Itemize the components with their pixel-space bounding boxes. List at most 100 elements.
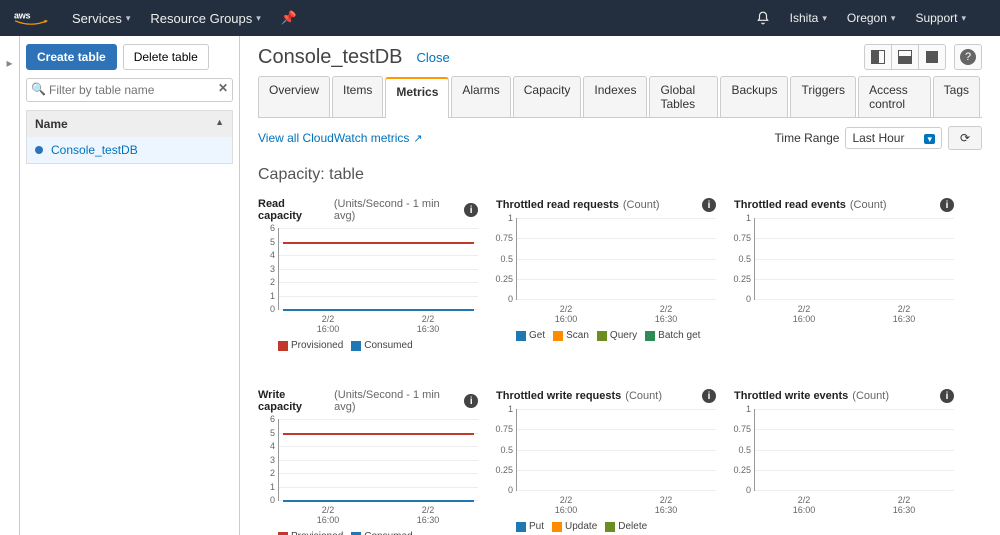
- layout-full-button[interactable]: [918, 44, 946, 70]
- tab-capacity[interactable]: Capacity: [513, 76, 582, 117]
- sidebar: Create table Delete table 🔍 ✕ Name ▲ Con…: [20, 36, 240, 535]
- chart-legend: GetScanQueryBatch get: [516, 330, 716, 341]
- legend-item: Consumed: [351, 340, 412, 351]
- chart-subtitle: (Units/Second - 1 min avg): [334, 198, 461, 222]
- tab-backups[interactable]: Backups: [720, 76, 788, 117]
- info-icon[interactable]: i: [940, 389, 954, 403]
- time-range-select[interactable]: Last Hour▾: [845, 127, 942, 149]
- legend-item: Consumed: [351, 531, 412, 535]
- y-tick: 0.75: [495, 233, 513, 243]
- x-axis: 2/216:002/216:30: [516, 495, 716, 515]
- chart-legend: Provisioned Consumed: [278, 340, 478, 351]
- table-link[interactable]: Console_testDB: [51, 143, 138, 157]
- filter-input[interactable]: [26, 78, 233, 102]
- x-axis: 2/216:002/216:30: [278, 314, 478, 334]
- legend-item: Provisioned: [278, 340, 343, 351]
- chart-subtitle: (Count): [625, 390, 662, 402]
- close-link[interactable]: Close: [417, 50, 450, 65]
- chart-throttled_write_requests: Throttled write requests (Count) i 00.250.…: [496, 389, 716, 535]
- fullscreen-icon: [926, 51, 938, 63]
- layout-split-bottom-button[interactable]: [891, 44, 919, 70]
- nav-region[interactable]: Oregon▾: [847, 11, 896, 25]
- chart-plot[interactable]: 0123456: [278, 228, 478, 310]
- chart-plot[interactable]: 0123456: [278, 419, 478, 501]
- pin-icon[interactable]: 📌: [281, 10, 297, 26]
- table-row[interactable]: Console_testDB: [26, 137, 233, 164]
- y-tick: 0.25: [495, 465, 513, 475]
- tab-items[interactable]: Items: [332, 76, 383, 117]
- legend-swatch: [645, 331, 655, 341]
- y-tick: 5: [257, 428, 275, 438]
- chart-title-text: Throttled write requests: [496, 390, 621, 402]
- tab-overview[interactable]: Overview: [258, 76, 330, 117]
- nav-resource-groups[interactable]: Resource Groups▾: [150, 11, 260, 26]
- chart-subtitle: (Count): [623, 199, 660, 211]
- info-icon[interactable]: i: [464, 394, 478, 408]
- dropdown-caret-icon: ▾: [924, 134, 935, 144]
- chart-plot[interactable]: 00.250.50.751: [754, 218, 954, 300]
- y-tick: 6: [257, 223, 275, 233]
- y-tick: 2: [257, 277, 275, 287]
- refresh-button[interactable]: ⟳: [948, 126, 982, 150]
- tab-tags[interactable]: Tags: [933, 76, 980, 117]
- help-button[interactable]: ?: [954, 44, 982, 70]
- chart-plot[interactable]: 00.250.50.751: [516, 218, 716, 300]
- table-header[interactable]: Name ▲: [26, 110, 233, 137]
- y-tick: 0.5: [733, 445, 751, 455]
- chart-plot[interactable]: 00.250.50.751: [516, 409, 716, 491]
- layout-split-left-button[interactable]: [864, 44, 892, 70]
- info-icon[interactable]: i: [702, 198, 716, 212]
- series-line-consumed: [283, 500, 474, 502]
- aws-logo[interactable]: aws: [14, 8, 48, 28]
- chart-write_capacity: Write capacity (Units/Second - 1 min avg…: [258, 389, 478, 535]
- x-axis: 2/216:002/216:30: [754, 495, 954, 515]
- chart-legend: PutUpdateDeleteBatch write: [516, 521, 716, 535]
- nav-user[interactable]: Ishita▾: [790, 11, 827, 25]
- clear-filter-icon[interactable]: ✕: [218, 81, 228, 95]
- y-tick: 0: [257, 495, 275, 505]
- svg-text:aws: aws: [14, 11, 31, 21]
- y-tick: 0: [257, 304, 275, 314]
- info-icon[interactable]: i: [464, 203, 478, 217]
- y-tick: 1: [733, 213, 751, 223]
- legend-swatch: [605, 522, 615, 532]
- tab-global-tables[interactable]: Global Tables: [649, 76, 718, 117]
- chart-title-text: Write capacity: [258, 389, 330, 413]
- tab-triggers[interactable]: Triggers: [790, 76, 856, 117]
- chart-subtitle: (Count): [850, 199, 887, 211]
- y-tick: 0.75: [495, 424, 513, 434]
- series-line-provisioned: [283, 242, 474, 244]
- view-cloudwatch-link[interactable]: View all CloudWatch metrics↗: [258, 131, 423, 145]
- delete-table-button[interactable]: Delete table: [123, 44, 209, 70]
- legend-swatch: [553, 331, 563, 341]
- split-bottom-icon: [898, 50, 912, 64]
- tab-indexes[interactable]: Indexes: [583, 76, 647, 117]
- chart-subtitle: (Count): [852, 390, 889, 402]
- info-icon[interactable]: i: [702, 389, 716, 403]
- legend-item: Delete: [605, 521, 647, 532]
- sidebar-collapse-handle[interactable]: ▸: [0, 36, 20, 535]
- y-tick: 0.25: [495, 274, 513, 284]
- main-content: Console_testDB Close ? OverviewItemsMetr…: [240, 36, 1000, 535]
- chevron-down-icon: ▾: [822, 13, 827, 24]
- legend-swatch: [351, 341, 361, 351]
- x-axis: 2/216:002/216:30: [278, 505, 478, 525]
- tab-alarms[interactable]: Alarms: [451, 76, 510, 117]
- y-tick: 4: [257, 250, 275, 260]
- chart-title-text: Throttled write events: [734, 390, 848, 402]
- tab-metrics[interactable]: Metrics: [385, 77, 449, 118]
- legend-item: Provisioned: [278, 531, 343, 535]
- legend-item: Get: [516, 330, 545, 341]
- series-line-consumed: [283, 309, 474, 311]
- nav-services[interactable]: Services▾: [72, 11, 130, 26]
- chart-plot[interactable]: 00.250.50.751: [754, 409, 954, 491]
- info-icon[interactable]: i: [940, 198, 954, 212]
- create-table-button[interactable]: Create table: [26, 44, 117, 70]
- y-tick: 3: [257, 264, 275, 274]
- legend-swatch: [597, 331, 607, 341]
- nav-support[interactable]: Support▾: [915, 11, 966, 25]
- notifications-icon[interactable]: [756, 11, 770, 25]
- tab-access-control[interactable]: Access control: [858, 76, 931, 117]
- y-tick: 0.5: [495, 254, 513, 264]
- time-range-label: Time Range: [775, 131, 840, 145]
